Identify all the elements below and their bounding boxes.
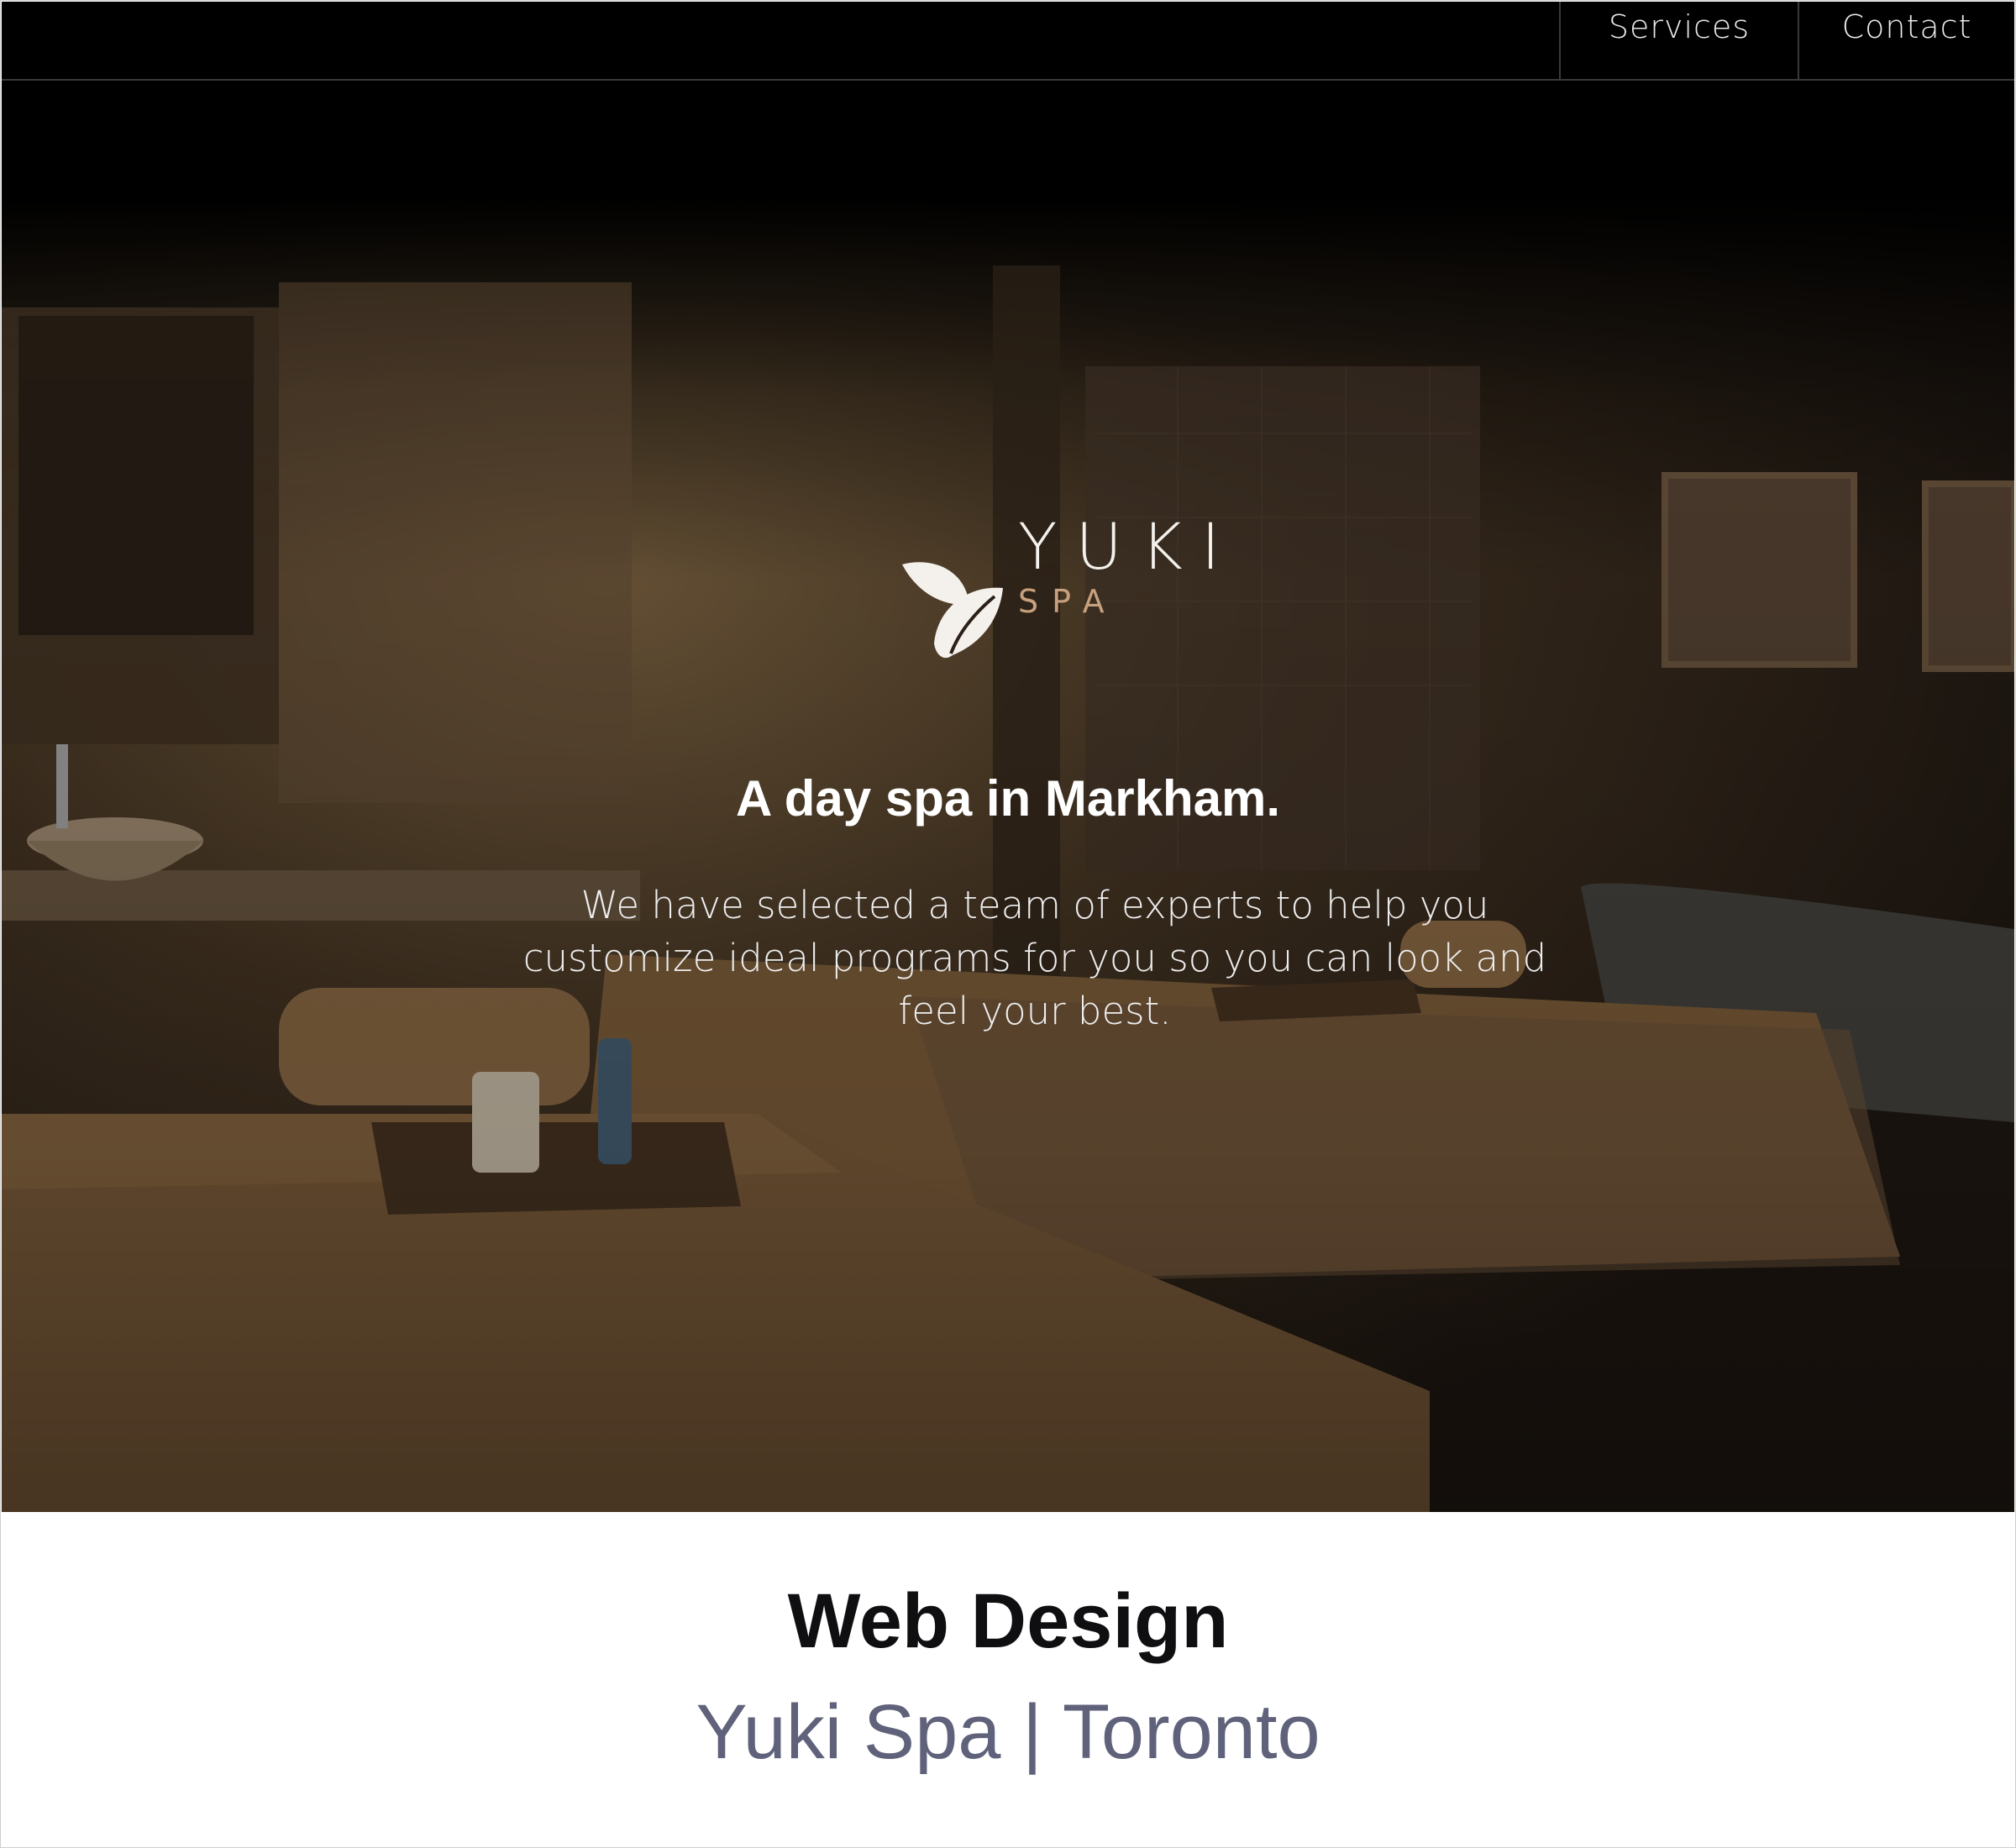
yuki-spa-logo: YUKI SPA	[900, 509, 1220, 669]
hero-banner: YUKI SPA A day spa in Markham. We have s…	[2, 81, 2014, 1512]
caption-title: Web Design	[787, 1578, 1229, 1664]
leaf-icon	[902, 562, 1003, 659]
logo-subtitle: SPA	[1018, 583, 1118, 620]
hero-title: A day spa in Markham.	[736, 770, 1280, 827]
hero-description: We have selected a team of experts to he…	[522, 883, 1547, 1033]
caption-subtitle: Yuki Spa | Toronto	[696, 1689, 1320, 1775]
logo-wordmark: YUKI	[1018, 509, 1239, 584]
nav-contact-link[interactable]: Contact	[1798, 2, 2014, 79]
top-nav: Services Contact	[2, 2, 2014, 81]
nav-services-link[interactable]: Services	[1559, 2, 1798, 79]
